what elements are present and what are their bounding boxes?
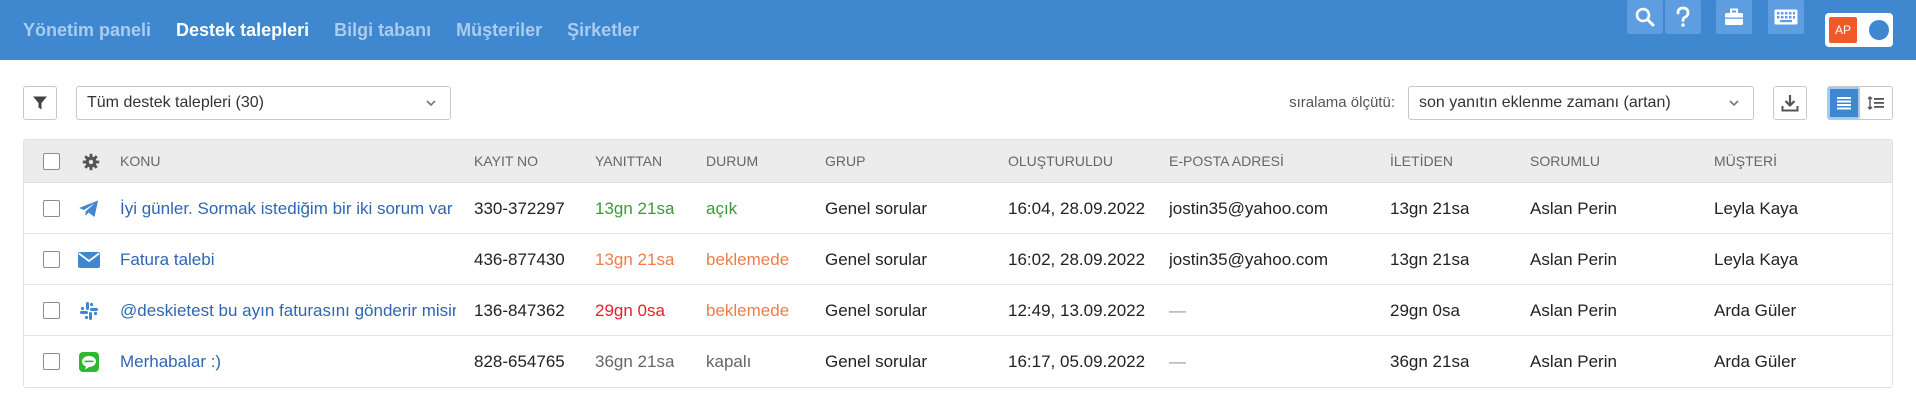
- list-icon: [1837, 97, 1851, 110]
- header-created[interactable]: OLUŞTURULDU: [1008, 140, 1113, 183]
- ticket-subject-link[interactable]: İyi günler. Sormak istediğim bir iki sor…: [120, 183, 456, 234]
- search-icon[interactable]: [1627, 0, 1663, 34]
- compact-view-button[interactable]: [1860, 87, 1892, 119]
- customer: Arda Güler: [1714, 352, 1797, 371]
- email-address: —: [1169, 301, 1186, 320]
- status-text: beklemede: [706, 301, 790, 320]
- avatar: AP: [1829, 17, 1857, 43]
- table-header: KONU KAYIT NO YANITTAN DURUM GRUP OLUŞTU…: [24, 140, 1892, 183]
- email-icon: [77, 248, 101, 272]
- ticket-subject-link[interactable]: Merhabalar :): [120, 336, 456, 387]
- status-text: kapalı: [706, 352, 752, 371]
- customer: Leyla Kaya: [1714, 250, 1799, 269]
- select-all-checkbox[interactable]: [43, 153, 60, 170]
- line-icon: [77, 350, 101, 374]
- chevron-down-icon: [426, 100, 436, 107]
- group: Genel sorular: [825, 199, 928, 218]
- user-menu-toggle[interactable]: AP: [1825, 13, 1893, 47]
- telegram-icon: [77, 197, 101, 221]
- tickets-table: KONU KAYIT NO YANITTAN DURUM GRUP OLUŞTU…: [23, 139, 1893, 388]
- header-since-reply[interactable]: YANITTAN: [595, 140, 662, 183]
- since-message: 13gn 21sa: [1390, 250, 1470, 269]
- nav-item-knowledge-base[interactable]: Bilgi tabanı: [334, 20, 431, 41]
- header-customer[interactable]: MÜŞTERİ: [1714, 140, 1777, 183]
- ticket-id: 136-847362: [474, 301, 565, 320]
- table-row[interactable]: Fatura talebi 436-877430 13gn 21sa bekle…: [24, 234, 1892, 285]
- since-reply: 29gn 0sa: [595, 301, 665, 320]
- assignee: Aslan Perin: [1530, 199, 1617, 218]
- header-email[interactable]: E-POSTA ADRESİ: [1169, 140, 1284, 183]
- since-message: 13gn 21sa: [1390, 199, 1470, 218]
- download-button[interactable]: [1773, 86, 1807, 120]
- help-icon[interactable]: [1665, 0, 1701, 34]
- status-text: beklemede: [706, 250, 790, 269]
- since-reply: 13gn 21sa: [595, 250, 675, 269]
- header-assignee[interactable]: SORUMLU: [1530, 140, 1600, 183]
- customer: Leyla Kaya: [1714, 199, 1799, 218]
- assignee: Aslan Perin: [1530, 301, 1617, 320]
- table-row[interactable]: Merhabalar :) 828-654765 36gn 21sa kapal…: [24, 336, 1892, 387]
- briefcase-icon[interactable]: [1716, 0, 1752, 34]
- ticket-view-select[interactable]: Tüm destek talepleri (30): [76, 86, 451, 120]
- assignee: Aslan Perin: [1530, 352, 1617, 371]
- created-at: 16:17, 05.09.2022: [1008, 352, 1146, 371]
- header-id[interactable]: KAYIT NO: [474, 140, 538, 183]
- list-view-button[interactable]: [1828, 87, 1860, 119]
- ticket-id: 436-877430: [474, 250, 565, 269]
- since-reply: 13gn 21sa: [595, 199, 675, 218]
- ticket-view-value: Tüm destek talepleri (30): [87, 94, 264, 111]
- table-row[interactable]: @deskietest bu ayın faturasını gönderir …: [24, 285, 1892, 336]
- header-group[interactable]: GRUP: [825, 140, 865, 183]
- nav-item-customers[interactable]: Müşteriler: [456, 20, 542, 41]
- ticket-subject-link[interactable]: Fatura talebi: [120, 234, 456, 285]
- download-icon: [1781, 95, 1799, 112]
- filter-button[interactable]: [23, 86, 57, 120]
- filter-icon: [33, 96, 47, 110]
- top-bar: Yönetim paneli Destek talepleri Bilgi ta…: [0, 0, 1916, 60]
- header-subject[interactable]: KONU: [120, 140, 160, 183]
- group: Genel sorular: [825, 301, 928, 320]
- toggle-knob: [1869, 20, 1889, 40]
- chevron-down-icon: [1729, 100, 1739, 107]
- sort-lines-icon: [1867, 96, 1884, 110]
- slack-icon: [77, 299, 101, 323]
- table-row[interactable]: İyi günler. Sormak istediğim bir iki sor…: [24, 183, 1892, 234]
- since-message: 29gn 0sa: [1390, 301, 1460, 320]
- ticket-id: 330-372297: [474, 199, 565, 218]
- assignee: Aslan Perin: [1530, 250, 1617, 269]
- sort-select[interactable]: son yanıtın eklenme zamanı (artan): [1408, 86, 1754, 120]
- keyboard-icon[interactable]: [1768, 0, 1804, 34]
- created-at: 12:49, 13.09.2022: [1008, 301, 1146, 320]
- email-address: —: [1169, 352, 1186, 371]
- group: Genel sorular: [825, 352, 928, 371]
- since-reply: 36gn 21sa: [595, 352, 675, 371]
- customer: Arda Güler: [1714, 301, 1797, 320]
- view-toggle-group: [1827, 86, 1893, 120]
- sort-label: sıralama ölçütü:: [1289, 94, 1395, 111]
- status-text: açık: [706, 199, 738, 218]
- ticket-subject-link[interactable]: @deskietest bu ayın faturasını gönderir …: [120, 285, 456, 336]
- main-nav: Yönetim paneli Destek talepleri Bilgi ta…: [23, 0, 664, 60]
- header-status[interactable]: DURUM: [706, 140, 758, 183]
- gear-icon[interactable]: [82, 153, 100, 171]
- sort-value: son yanıtın eklenme zamanı (artan): [1419, 94, 1671, 111]
- email-address: jostin35@yahoo.com: [1169, 199, 1329, 218]
- row-checkbox[interactable]: [43, 302, 60, 319]
- group: Genel sorular: [825, 250, 928, 269]
- nav-item-dashboard[interactable]: Yönetim paneli: [23, 20, 151, 41]
- since-message: 36gn 21sa: [1390, 352, 1470, 371]
- nav-item-tickets[interactable]: Destek talepleri: [176, 20, 309, 41]
- created-at: 16:02, 28.09.2022: [1008, 250, 1146, 269]
- row-checkbox[interactable]: [43, 200, 60, 217]
- row-checkbox[interactable]: [43, 251, 60, 268]
- header-since-message[interactable]: İLETİDEN: [1390, 140, 1453, 183]
- email-address: jostin35@yahoo.com: [1169, 250, 1329, 269]
- created-at: 16:04, 28.09.2022: [1008, 199, 1146, 218]
- nav-item-companies[interactable]: Şirketler: [567, 20, 639, 41]
- row-checkbox[interactable]: [43, 353, 60, 370]
- ticket-id: 828-654765: [474, 352, 565, 371]
